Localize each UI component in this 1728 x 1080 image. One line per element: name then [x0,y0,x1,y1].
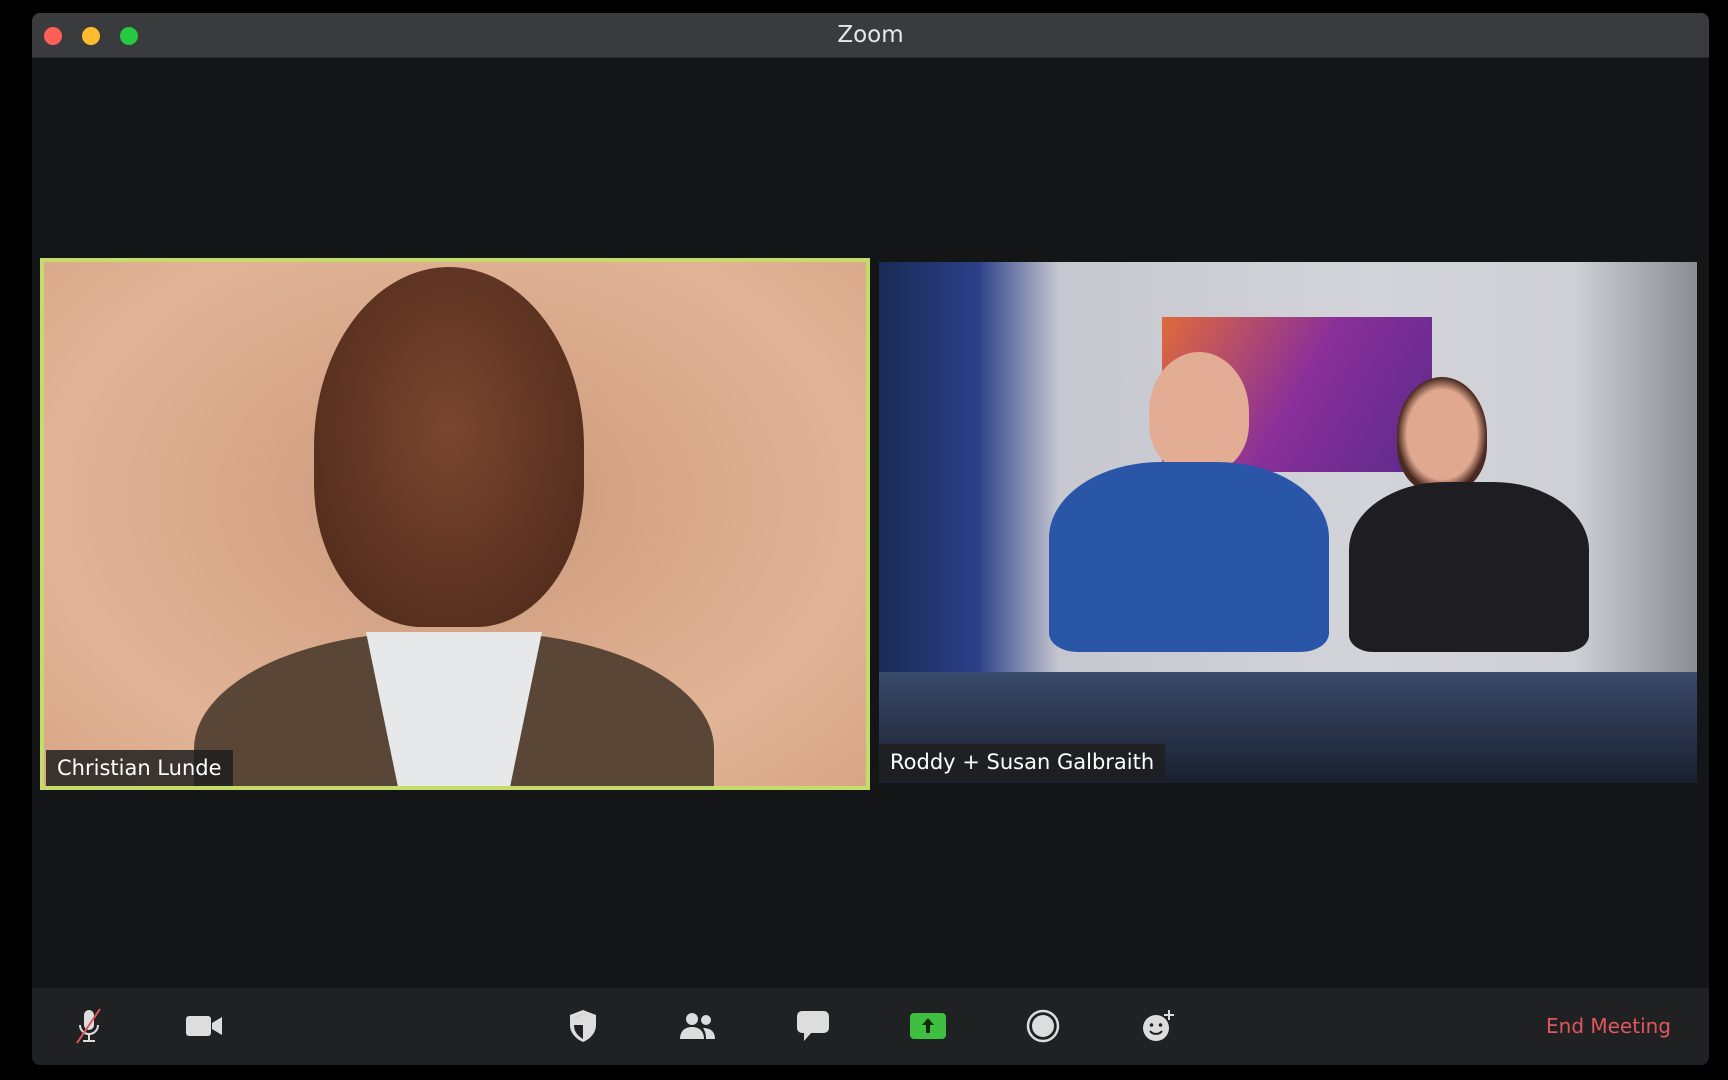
security-shield-icon [570,1010,596,1042]
title-bar: Zoom [32,13,1709,58]
participants-icon [680,1013,715,1039]
video-camera-icon [186,1016,222,1036]
participant-name-label: Christian Lunde [46,750,233,786]
window-title: Zoom [837,22,904,48]
stop-video-button[interactable] [184,1006,224,1046]
mute-button[interactable] [69,1006,109,1046]
meeting-toolbar: End Meeting [32,988,1709,1065]
participant-video-susan [1397,377,1487,492]
zoom-window: Zoom Christian Lunde Roddy + Susan Galbr… [32,13,1709,1065]
microphone-muted-icon [76,1008,101,1044]
end-meeting-button[interactable]: End Meeting [1546,988,1671,1065]
reactions-icon [1143,1010,1174,1041]
record-button[interactable] [1023,1006,1063,1046]
chat-icon [797,1011,829,1041]
participant-body-susan [1349,482,1589,652]
video-tile-christian-lunde[interactable]: Christian Lunde [40,258,870,790]
video-tile-roddy-susan-galbraith[interactable]: Roddy + Susan Galbraith [879,262,1697,783]
participant-video [314,267,584,627]
share-screen-icon [910,1013,946,1039]
record-icon [1026,1009,1060,1043]
participant-video-roddy [1149,352,1249,472]
security-button[interactable] [563,1006,603,1046]
participant-body-roddy [1049,462,1329,652]
participant-name-label: Roddy + Susan Galbraith [879,744,1166,780]
share-screen-button[interactable] [908,1006,948,1046]
chat-button[interactable] [793,1006,833,1046]
reactions-button[interactable] [1138,1006,1178,1046]
participants-button[interactable] [678,1006,718,1046]
